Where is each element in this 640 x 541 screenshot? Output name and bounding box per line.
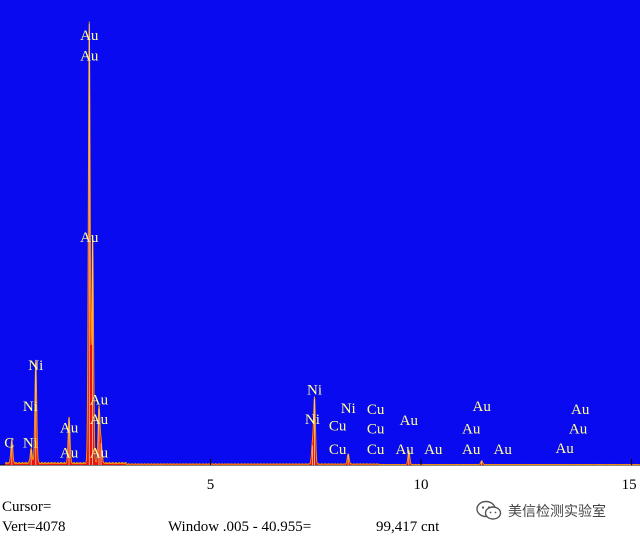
energy-window-readout: Window .005 - 40.955= <box>168 519 312 535</box>
x-tick-label-2: 15 keV <box>622 477 640 493</box>
peak-label-ni-3: Ni <box>28 358 43 374</box>
cursor-readout: Cursor= <box>2 499 52 515</box>
peak-label-cu-17: Cu <box>367 402 385 418</box>
watermark-text: 美信检测实验室 <box>508 504 606 520</box>
vertical-count-readout: Vert=4078 <box>2 519 66 535</box>
peak-label-au-20: Au <box>400 413 419 429</box>
peak-label-au-2: Au <box>80 230 99 246</box>
peak-label-cu-16: Cu <box>329 442 347 458</box>
peak-label-ni-4: Ni <box>23 399 38 415</box>
peak-label-ni-5: Ni <box>23 436 38 452</box>
peak-label-cu-18: Cu <box>367 422 385 438</box>
peak-label-au-25: Au <box>462 442 481 458</box>
peak-label-c-6: C <box>4 436 14 452</box>
peak-label-au-11: Au <box>90 445 109 461</box>
peak-label-au-9: Au <box>90 392 109 408</box>
x-tick-label-1: 10 <box>414 477 429 493</box>
x-tick-label-0: 5 <box>207 477 215 493</box>
peak-label-au-27: Au <box>571 402 590 418</box>
peak-label-au-21: Au <box>395 442 414 458</box>
peak-label-ni-13: Ni <box>305 412 320 428</box>
peak-label-ni-14: Ni <box>341 401 356 417</box>
peak-label-au-7: Au <box>60 421 79 437</box>
peak-label-au-29: Au <box>555 441 574 457</box>
peak-label-au-1: Au <box>80 49 99 65</box>
peak-label-ni-12: Ni <box>307 383 322 399</box>
peak-label-au-23: Au <box>473 399 492 415</box>
peak-label-au-24: Au <box>462 422 481 438</box>
watermark: 美信检测实验室 <box>476 500 606 522</box>
peak-label-cu-19: Cu <box>367 442 385 458</box>
eds-spectrum-chart: 51015 keV AuAuAuNiNiNiCAuAuAuAuAuNiNiNiC… <box>0 0 640 493</box>
peak-label-au-10: Au <box>90 412 109 428</box>
peak-label-au-28: Au <box>569 422 588 438</box>
total-count-readout: 99,417 cnt <box>376 519 440 535</box>
peak-label-cu-15: Cu <box>329 418 347 434</box>
peak-label-au-22: Au <box>424 442 443 458</box>
peak-label-au-0: Au <box>80 28 99 44</box>
peak-label-au-26: Au <box>494 442 513 458</box>
wechat-icon <box>476 500 502 520</box>
peak-label-au-8: Au <box>60 445 79 461</box>
